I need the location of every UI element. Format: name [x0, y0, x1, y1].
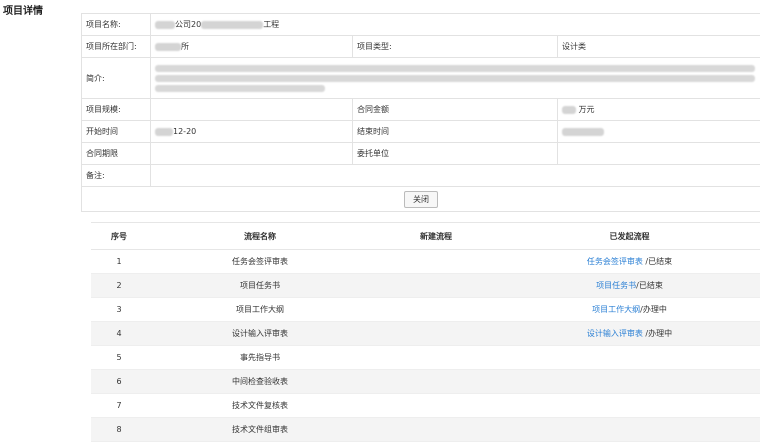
- row-new-flow: [373, 346, 499, 370]
- table-row: 6 中间检查验收表: [91, 370, 760, 394]
- row-start-time: 开始时间 12-20 结束时间: [82, 121, 760, 143]
- row-new-flow: [373, 274, 499, 298]
- contract-amount-value: 万元: [558, 99, 760, 121]
- row-no: 6: [91, 370, 147, 394]
- scale-label: 项目规模:: [82, 99, 151, 121]
- contract-amount-label: 合同金额: [353, 99, 558, 121]
- row-flow-name: 项目工作大纲: [147, 298, 373, 322]
- row-new-flow: [373, 250, 499, 274]
- redacted-text: [155, 65, 755, 72]
- table-row: 4 设计输入评审表 设计输入评审表 /办理中: [91, 322, 760, 346]
- redacted-text: [155, 43, 181, 51]
- client-label: 委托单位: [353, 143, 558, 165]
- flow-link[interactable]: 项目工作大纲: [592, 305, 640, 314]
- department-value: 所: [151, 36, 353, 58]
- flow-table: 序号 流程名称 新建流程 已发起流程 1 任务会签评审表 任务会签评审表 /已结…: [91, 222, 760, 442]
- department-label: 项目所在部门:: [82, 36, 151, 58]
- client-value: [558, 143, 760, 165]
- row-no: 3: [91, 298, 147, 322]
- table-row: 1 任务会签评审表 任务会签评审表 /已结束: [91, 250, 760, 274]
- scale-value: [151, 99, 353, 121]
- row-scale: 项目规模: 合同金额 万元: [82, 99, 760, 121]
- redacted-text: [562, 128, 604, 136]
- remark-label: 备注:: [82, 165, 151, 187]
- row-flow-name: 设计输入评审表: [147, 322, 373, 346]
- row-started-flow: [499, 346, 760, 370]
- row-started-flow: 项目任务书/已结束: [499, 274, 760, 298]
- row-no: 2: [91, 274, 147, 298]
- row-flow-name: 任务会签评审表: [147, 250, 373, 274]
- table-row: 5 事先指导书: [91, 346, 760, 370]
- page-title: 项目详情: [3, 2, 43, 17]
- actions-cell: 关闭: [82, 187, 760, 212]
- flow-status: /办理中: [640, 305, 667, 314]
- flow-link[interactable]: 任务会签评审表: [587, 257, 643, 266]
- flow-status: /已结束: [643, 257, 672, 266]
- project-type-value: 设计类: [558, 36, 760, 58]
- header-started-flow: 已发起流程: [499, 223, 760, 250]
- row-no: 1: [91, 250, 147, 274]
- row-no: 4: [91, 322, 147, 346]
- row-actions: 关闭: [82, 187, 760, 212]
- row-started-flow: [499, 418, 760, 442]
- flow-link[interactable]: 设计输入评审表: [587, 329, 643, 338]
- row-new-flow: [373, 370, 499, 394]
- redacted-text: [201, 21, 263, 29]
- row-flow-name: 项目任务书: [147, 274, 373, 298]
- row-new-flow: [373, 418, 499, 442]
- row-remark: 备注:: [82, 165, 760, 187]
- project-details-table: 项目名称: 公司20工程 项目所在部门: 所 项目类型: 设计类 简介: 项目规…: [81, 13, 760, 212]
- close-button[interactable]: 关闭: [404, 191, 438, 208]
- remark-value: [151, 165, 760, 187]
- header-flow-name: 流程名称: [147, 223, 373, 250]
- start-time-value: 12-20: [151, 121, 353, 143]
- project-type-label: 项目类型:: [353, 36, 558, 58]
- row-started-flow: [499, 394, 760, 418]
- redacted-text: [155, 85, 325, 92]
- intro-label: 简介:: [82, 58, 151, 99]
- project-name-label: 项目名称:: [82, 14, 151, 36]
- row-flow-name: 技术文件复核表: [147, 394, 373, 418]
- project-name-value: 公司20工程: [151, 14, 760, 36]
- contract-period-value: [151, 143, 353, 165]
- row-started-flow: 设计输入评审表 /办理中: [499, 322, 760, 346]
- intro-value: [151, 58, 760, 99]
- row-project-name: 项目名称: 公司20工程: [82, 14, 760, 36]
- row-no: 8: [91, 418, 147, 442]
- header-new-flow: 新建流程: [373, 223, 499, 250]
- flow-link[interactable]: 项目任务书: [596, 281, 636, 290]
- redacted-text: [155, 21, 175, 29]
- row-started-flow: [499, 370, 760, 394]
- row-flow-name: 技术文件组审表: [147, 418, 373, 442]
- row-no: 5: [91, 346, 147, 370]
- row-flow-name: 中间检查验收表: [147, 370, 373, 394]
- row-flow-name: 事先指导书: [147, 346, 373, 370]
- row-no: 7: [91, 394, 147, 418]
- row-started-flow: 任务会签评审表 /已结束: [499, 250, 760, 274]
- redacted-text: [562, 106, 576, 114]
- flow-status: /已结束: [636, 281, 663, 290]
- table-row: 8 技术文件组审表: [91, 418, 760, 442]
- end-time-label: 结束时间: [353, 121, 558, 143]
- header-no: 序号: [91, 223, 147, 250]
- table-row: 3 项目工作大纲 项目工作大纲/办理中: [91, 298, 760, 322]
- row-new-flow: [373, 322, 499, 346]
- row-new-flow: [373, 298, 499, 322]
- flow-status: /办理中: [643, 329, 672, 338]
- end-time-value: [558, 121, 760, 143]
- redacted-text: [155, 128, 173, 136]
- redacted-text: [155, 75, 755, 82]
- table-row: 7 技术文件复核表: [91, 394, 760, 418]
- contract-period-label: 合同期限: [82, 143, 151, 165]
- row-contract-period: 合同期限 委托单位: [82, 143, 760, 165]
- table-row: 2 项目任务书 项目任务书/已结束: [91, 274, 760, 298]
- row-started-flow: 项目工作大纲/办理中: [499, 298, 760, 322]
- start-time-label: 开始时间: [82, 121, 151, 143]
- row-new-flow: [373, 394, 499, 418]
- row-intro: 简介:: [82, 58, 760, 99]
- flow-table-header: 序号 流程名称 新建流程 已发起流程: [91, 223, 760, 250]
- row-department: 项目所在部门: 所 项目类型: 设计类: [82, 36, 760, 58]
